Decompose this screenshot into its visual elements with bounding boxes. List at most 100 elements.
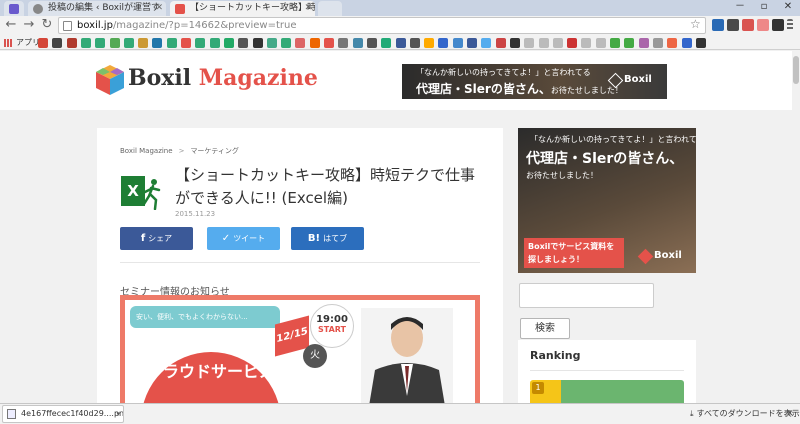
bookmark-favicon-icon[interactable] <box>452 38 463 48</box>
bookmark-favicon-icon[interactable] <box>209 38 220 48</box>
apps-grid-icon <box>4 39 13 47</box>
article-title: 【ショートカットキー攻略】時短テクで仕事ができる人に!! (Excel編) <box>175 166 476 207</box>
seminar-cloud: クラウドサービス <box>141 352 281 408</box>
bookmark-favicon-icon[interactable] <box>238 38 249 48</box>
bookmark-favicon-icon[interactable] <box>324 38 334 48</box>
seminar-banner[interactable]: 安い、便利、でもよくわからない... 12/15 火 19:00 START ク… <box>120 295 480 408</box>
tab-label: 投稿の編集 ‹ Boxilが運営す <box>48 3 161 13</box>
bookmark-favicon-icon[interactable] <box>95 38 106 48</box>
bookmark-favicon-icon[interactable] <box>295 38 306 48</box>
bookmark-favicon-icon[interactable] <box>366 38 377 48</box>
bookmark-favicon-icon[interactable] <box>181 38 191 48</box>
bookmark-favicon-icon[interactable] <box>524 38 535 48</box>
facebook-share-button[interactable]: f シェア <box>120 227 193 250</box>
download-menu-icon[interactable]: ▾ <box>116 406 120 422</box>
scrollbar-thumb[interactable] <box>793 56 799 84</box>
sidebar-ad-line3: お待たせしました！ <box>526 171 598 180</box>
tab-strip: 投稿の編集 ‹ Boxilが運営す ✕ 【ショートカットキー攻略】時短 ✕ － … <box>0 0 800 16</box>
tab-pinned[interactable] <box>4 1 24 16</box>
hatena-share-button[interactable]: B! はてブ <box>291 227 364 250</box>
search-input[interactable] <box>519 283 654 308</box>
bookmark-favicon-icon[interactable] <box>352 38 363 48</box>
extension-icon[interactable] <box>742 19 754 31</box>
pocket-icon[interactable] <box>772 19 784 31</box>
bookmark-favicon-icon[interactable] <box>52 38 63 48</box>
twitter-share-button[interactable]: ✓ ツイート <box>207 227 280 250</box>
bookmark-favicon-icon[interactable] <box>509 38 520 48</box>
bookmark-favicon-icon[interactable] <box>152 38 163 48</box>
bookmark-favicon-icon[interactable] <box>109 38 120 48</box>
bookmark-favicon-icon[interactable] <box>166 38 177 48</box>
bookmark-favicon-icon[interactable] <box>481 38 492 48</box>
bookmark-favicon-icon[interactable] <box>409 38 420 48</box>
extension-icon[interactable] <box>757 19 769 31</box>
breadcrumb-home[interactable]: Boxil Magazine <box>120 147 173 155</box>
bookmark-favicon-icon[interactable] <box>309 38 320 48</box>
bookmark-favicon-icon[interactable] <box>695 38 706 48</box>
download-item[interactable]: 4e167ffecec1f40d29....png ▾ <box>2 405 124 423</box>
page-scrollbar[interactable] <box>792 51 800 403</box>
seminar-start-label: START <box>317 325 347 334</box>
bookmark-favicon-icon[interactable] <box>567 38 578 48</box>
forward-icon[interactable]: → <box>21 17 37 33</box>
bookmark-favicon-icon[interactable] <box>138 38 149 48</box>
bookmark-favicon-icon[interactable] <box>338 38 349 48</box>
reload-icon[interactable]: ↻ <box>39 17 55 33</box>
tab-close-icon[interactable]: ✕ <box>155 1 163 16</box>
bookmark-favicon-icon[interactable] <box>495 38 506 48</box>
bookmark-favicon-icon[interactable] <box>223 38 234 48</box>
runner-figure-icon <box>143 179 161 210</box>
bookmark-favicon-icon[interactable] <box>638 38 649 48</box>
bookmark-apps[interactable]: アプリ <box>4 36 40 49</box>
bookmark-favicon-icon[interactable] <box>581 38 592 48</box>
bookmark-favicon-icon[interactable] <box>552 38 563 48</box>
bookmark-favicon-icon[interactable] <box>266 38 277 48</box>
extension-icon[interactable] <box>712 19 724 31</box>
bookmark-star-icon[interactable]: ☆ <box>690 17 701 31</box>
sidebar-ad-banner[interactable]: 「なんか新しいの持ってきてよ！」と言われてる 代理店・Slerの皆さん、 お待た… <box>518 128 696 273</box>
bookmark-favicon-icon[interactable] <box>538 38 549 48</box>
bookmark-favicon-icon[interactable] <box>80 38 91 48</box>
bookmark-favicon-icon[interactable] <box>424 38 435 48</box>
tab-article[interactable]: 【ショートカットキー攻略】時短 ✕ <box>170 1 315 16</box>
back-icon[interactable]: ← <box>3 17 19 33</box>
bookmark-favicon-icon[interactable] <box>438 38 449 48</box>
bookmark-favicon-icon[interactable] <box>667 38 678 48</box>
url-path: /magazine/?p=14662&preview=true <box>112 20 297 31</box>
search-button[interactable]: 検索 <box>520 318 570 339</box>
bookmarks-bar: アプリ <box>0 35 800 50</box>
menu-icon[interactable] <box>787 19 793 31</box>
bookmark-favicon-icon[interactable] <box>610 38 620 48</box>
facebook-icon: f <box>140 233 146 244</box>
new-tab-button[interactable] <box>318 1 342 16</box>
bookmark-favicon-icon[interactable] <box>281 38 292 48</box>
boxil-logo-icon[interactable] <box>95 64 125 96</box>
minimize-icon[interactable]: － <box>728 0 752 14</box>
bookmark-favicon-icon[interactable] <box>195 38 206 48</box>
bookmark-favicon-icon[interactable] <box>624 38 635 48</box>
tab-edit-post[interactable]: 投稿の編集 ‹ Boxilが運営す ✕ <box>28 1 166 16</box>
wordpress-icon <box>33 4 43 14</box>
bookmark-favicon-icon[interactable] <box>38 38 48 48</box>
tab-close-icon[interactable]: ✕ <box>304 1 312 16</box>
bookmark-favicon-icon[interactable] <box>681 38 692 48</box>
bookmark-favicon-icon[interactable] <box>467 38 477 48</box>
header-ad-banner[interactable]: 「なんか新しいの持ってきてよ！」と言われてる 代理店・Slerの皆さん、お待たせ… <box>402 64 667 99</box>
page-icon <box>63 21 72 31</box>
close-window-icon[interactable]: ✕ <box>776 0 800 14</box>
maximize-icon[interactable]: ▫ <box>752 0 776 14</box>
bookmark-favicon-icon[interactable] <box>123 38 134 48</box>
bookmark-favicon-icon[interactable] <box>252 38 263 48</box>
close-shelf-icon[interactable]: ✕ <box>786 407 794 421</box>
bookmark-favicon-icon[interactable] <box>395 38 406 48</box>
address-bar[interactable]: boxil.jp/magazine/?p=14662&preview=true <box>58 17 706 34</box>
breadcrumb-category[interactable]: マーケティング <box>190 147 238 155</box>
bookmark-favicon-icon[interactable] <box>381 38 392 48</box>
extension-icon[interactable] <box>727 19 739 31</box>
bookmark-favicon-icon[interactable] <box>652 38 663 48</box>
site-logo[interactable]: Boxil Magazine <box>128 65 318 91</box>
download-icon: ⤓ <box>690 409 694 418</box>
bookmark-favicon-icon[interactable] <box>66 38 77 48</box>
show-all-downloads-link[interactable]: ⤓ すべてのダウンロードを表示 <box>690 407 800 421</box>
bookmark-favicon-icon[interactable] <box>595 38 606 48</box>
